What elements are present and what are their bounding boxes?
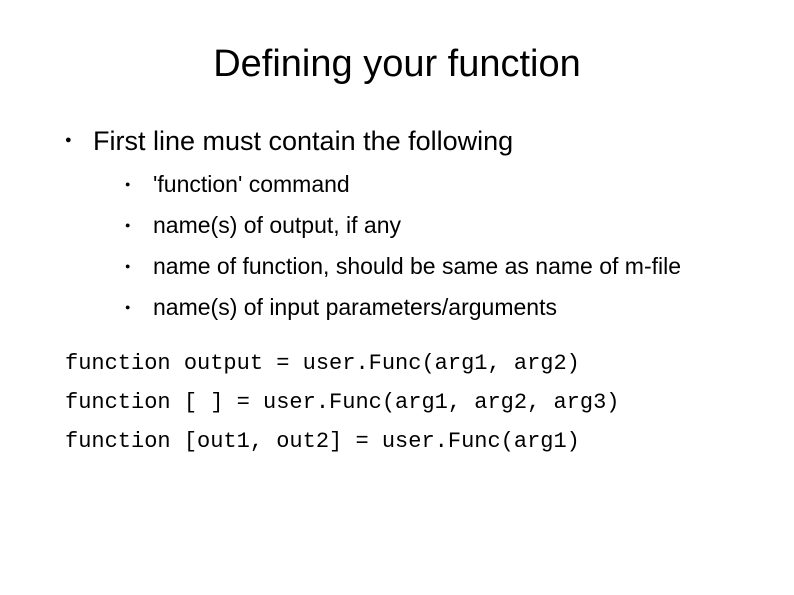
code-line: function output = user.Func(arg1, arg2) bbox=[65, 351, 749, 376]
code-line: function [out1, out2] = user.Func(arg1) bbox=[65, 429, 749, 454]
code-examples: function output = user.Func(arg1, arg2) … bbox=[45, 351, 749, 454]
sub-bullet-item: name(s) of output, if any bbox=[125, 212, 749, 239]
main-bullet-text: First line must contain the following bbox=[93, 126, 513, 156]
sub-bullet-item: name(s) of input parameters/arguments bbox=[125, 294, 749, 321]
main-list: First line must contain the following 'f… bbox=[45, 126, 749, 321]
main-bullet-item: First line must contain the following 'f… bbox=[65, 126, 749, 321]
sub-bullet-text: name of function, should be same as name… bbox=[153, 253, 681, 279]
sub-bullet-item: 'function' command bbox=[125, 171, 749, 198]
sub-bullet-text: 'function' command bbox=[153, 171, 350, 197]
sub-bullet-text: name(s) of output, if any bbox=[153, 212, 401, 238]
sub-bullet-item: name of function, should be same as name… bbox=[125, 253, 749, 280]
code-line: function [ ] = user.Func(arg1, arg2, arg… bbox=[65, 390, 749, 415]
sub-list: 'function' command name(s) of output, if… bbox=[93, 171, 749, 321]
slide-title: Defining your function bbox=[45, 43, 749, 86]
sub-bullet-text: name(s) of input parameters/arguments bbox=[153, 294, 557, 320]
